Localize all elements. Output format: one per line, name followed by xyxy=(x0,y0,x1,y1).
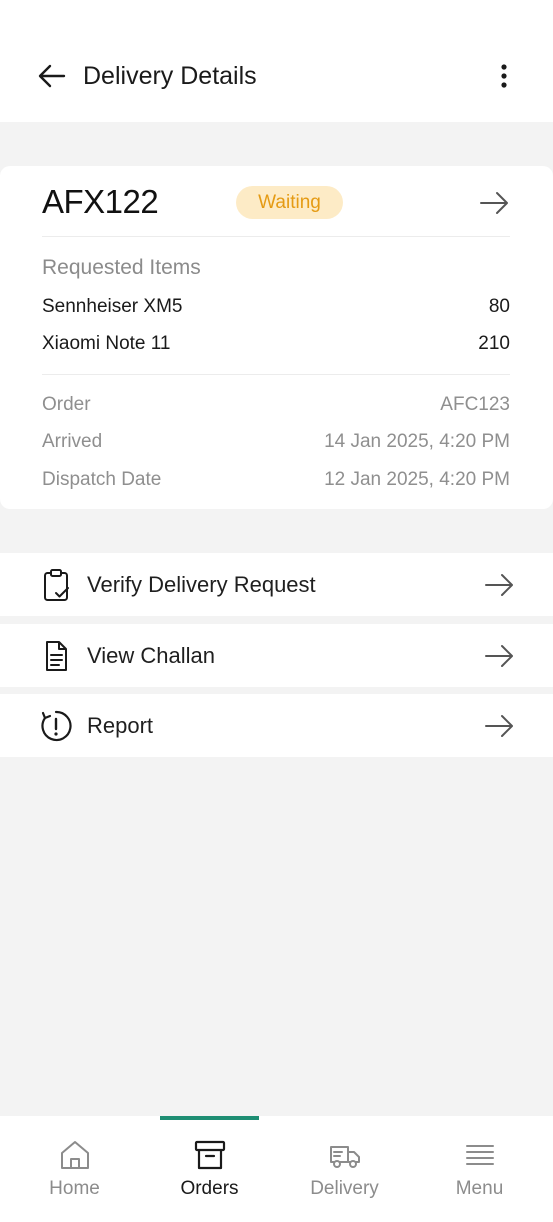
delivery-truck-icon xyxy=(330,1146,360,1168)
item-quantity: 210 xyxy=(478,333,510,354)
more-vertical-icon[interactable] xyxy=(490,60,518,92)
arrow-right-icon xyxy=(485,715,513,737)
action-label: Report xyxy=(87,713,154,738)
item-quantity: 80 xyxy=(488,296,510,317)
document-icon xyxy=(46,641,67,671)
view-challan-row[interactable]: View Challan xyxy=(0,624,553,687)
home-icon xyxy=(61,1141,89,1169)
meta-row-order: Order AFC123 xyxy=(42,392,510,418)
verify-delivery-request-row[interactable]: Verify Delivery Request xyxy=(0,553,553,616)
action-label: View Challan xyxy=(87,643,216,668)
nav-label: Home xyxy=(49,1178,100,1199)
nav-label: Delivery xyxy=(310,1178,379,1199)
nav-label: Orders xyxy=(180,1178,239,1199)
meta-value: AFC123 xyxy=(440,394,510,415)
app-header: Delivery Details xyxy=(0,0,553,122)
meta-label: Arrived xyxy=(42,431,103,452)
meta-row-dispatch-date: Dispatch Date 12 Jan 2025, 4:20 PM xyxy=(42,467,510,493)
report-row[interactable]: Report xyxy=(0,694,553,757)
menu-lines-icon xyxy=(466,1145,494,1165)
requested-item-row: Sennheiser XM5 80 xyxy=(42,294,510,320)
clipboard-check-icon xyxy=(44,569,69,601)
meta-value: 12 Jan 2025, 4:20 PM xyxy=(324,469,510,490)
nav-item-menu[interactable]: Menu xyxy=(430,1116,529,1222)
bottom-navigation: Home Orders Delivery Menu xyxy=(0,1116,553,1222)
arrow-right-icon xyxy=(485,645,513,667)
arrow-right-icon xyxy=(485,574,513,596)
nav-item-home[interactable]: Home xyxy=(25,1116,124,1222)
requested-item-row: Xiaomi Note 11 210 xyxy=(42,331,510,357)
nav-item-orders[interactable]: Orders xyxy=(160,1116,259,1222)
archive-box-icon xyxy=(194,1140,226,1170)
status-badge: Waiting xyxy=(236,186,343,219)
item-name: Xiaomi Note 11 xyxy=(42,333,171,354)
nav-label: Menu xyxy=(455,1178,504,1199)
back-arrow-icon[interactable] xyxy=(36,60,68,92)
action-label: Verify Delivery Request xyxy=(87,572,316,597)
delivery-id: AFX122 xyxy=(42,183,159,220)
page-title: Delivery Details xyxy=(83,62,257,90)
meta-row-arrived: Arrived 14 Jan 2025, 4:20 PM xyxy=(42,429,510,455)
item-name: Sennheiser XM5 xyxy=(42,296,183,317)
divider xyxy=(42,236,510,237)
arrow-right-icon[interactable] xyxy=(478,190,510,216)
nav-item-delivery[interactable]: Delivery xyxy=(295,1116,394,1222)
meta-label: Order xyxy=(42,394,91,415)
meta-label: Dispatch Date xyxy=(42,469,162,490)
divider xyxy=(42,374,510,375)
report-alert-icon xyxy=(41,710,72,742)
meta-value: 14 Jan 2025, 4:20 PM xyxy=(324,431,510,452)
requested-items-title: Requested Items xyxy=(42,256,201,279)
delivery-details-card: AFX122 Waiting Requested Items Sennheise… xyxy=(0,166,553,509)
